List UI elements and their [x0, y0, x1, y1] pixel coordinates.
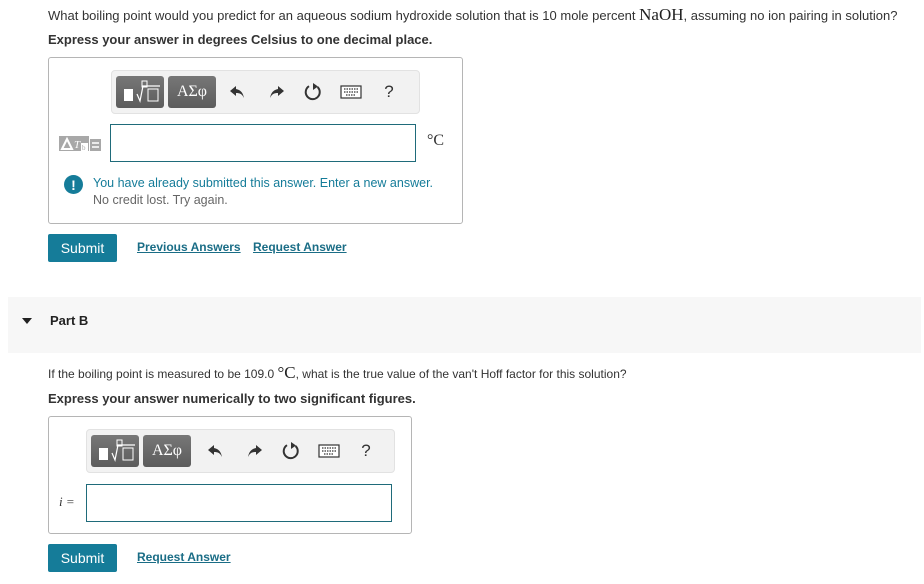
part-b-header[interactable]: Part B: [8, 297, 921, 353]
undo-icon: [230, 86, 244, 98]
svg-text:b: b: [82, 144, 86, 152]
redo-button[interactable]: [241, 439, 267, 463]
reset-icon: [282, 442, 299, 460]
chemical-formula: NaOH: [639, 5, 684, 24]
svg-text:T: T: [74, 139, 81, 151]
temperature-unit: °C: [277, 363, 296, 382]
delta-tb-label: T b: [59, 134, 103, 154]
question-text-suffix: , what is the true value of the van't Ho…: [295, 367, 627, 381]
question-text: What boiling point would you predict for…: [48, 8, 640, 23]
keyboard-icon: [340, 85, 362, 99]
redo-button[interactable]: [263, 80, 289, 104]
part-b-title: Part B: [50, 313, 89, 328]
templates-icon: [124, 80, 160, 104]
reset-button[interactable]: [278, 439, 304, 463]
question-text-suffix: , assuming no ion pairing in solution?: [683, 8, 898, 23]
feedback-submessage: No credit lost. Try again.: [93, 193, 228, 207]
question-text: If the boiling point is measured to be 1…: [48, 367, 278, 381]
part-a-answer-box: ΑΣφ ? T b °C ! You have already submitte…: [48, 57, 463, 224]
undo-icon: [208, 445, 222, 457]
vant-hoff-label: i =: [59, 494, 75, 509]
undo-button[interactable]: [225, 80, 251, 104]
greek-symbols-button[interactable]: ΑΣφ: [168, 76, 216, 108]
part-a-request-answer-link[interactable]: Request Answer: [253, 240, 347, 254]
part-b-answer-box: ΑΣφ ? i =: [48, 416, 412, 534]
part-b-submit-button[interactable]: Submit: [48, 544, 117, 572]
part-a-answer-input[interactable]: [110, 124, 416, 162]
templates-button[interactable]: [116, 76, 164, 108]
keyboard-button[interactable]: [338, 80, 364, 104]
part-b-question: If the boiling point is measured to be 1…: [48, 363, 627, 383]
reset-icon: [304, 83, 321, 101]
exclamation-icon: !: [64, 175, 83, 194]
math-toolbar: ΑΣφ ?: [86, 429, 395, 473]
part-b-request-answer-link[interactable]: Request Answer: [137, 550, 231, 564]
part-a-submit-button[interactable]: Submit: [48, 234, 117, 262]
redo-icon: [248, 445, 262, 457]
templates-icon: [99, 439, 135, 463]
caret-down-icon[interactable]: [21, 317, 33, 325]
reset-button[interactable]: [300, 80, 326, 104]
part-b-answer-input[interactable]: [86, 484, 392, 522]
redo-icon: [270, 86, 284, 98]
undo-button[interactable]: [203, 439, 229, 463]
part-a-instruction: Express your answer in degrees Celsius t…: [48, 32, 433, 47]
math-toolbar: ΑΣφ ?: [111, 70, 420, 114]
part-a-question: What boiling point would you predict for…: [48, 5, 897, 25]
previous-answers-link[interactable]: Previous Answers: [137, 240, 241, 254]
delta-tb-label-image: T b: [59, 136, 101, 152]
help-button[interactable]: ?: [353, 439, 379, 463]
unit-label: °C: [427, 132, 445, 149]
help-button[interactable]: ?: [376, 80, 402, 104]
feedback-message: You have already submitted this answer. …: [93, 176, 434, 190]
greek-symbols-button[interactable]: ΑΣφ: [143, 435, 191, 467]
part-b-instruction: Express your answer numerically to two s…: [48, 391, 416, 406]
keyboard-icon: [318, 444, 340, 458]
keyboard-button[interactable]: [316, 439, 342, 463]
templates-button[interactable]: [91, 435, 139, 467]
